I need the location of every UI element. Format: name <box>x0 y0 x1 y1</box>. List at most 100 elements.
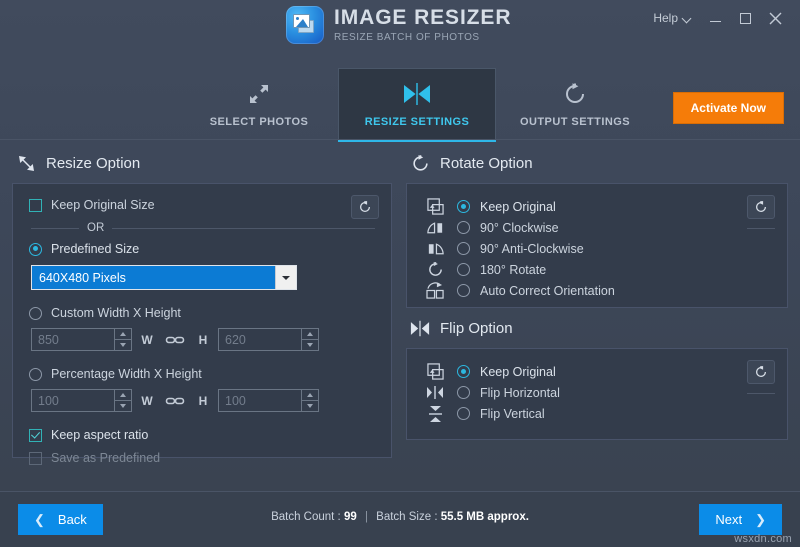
maximize-icon <box>739 12 751 24</box>
tab-output-settings[interactable]: OUTPUT SETTINGS <box>496 68 654 140</box>
tab-bar: SELECT PHOTOS RESIZE SETTINGS OUTPUT SET… <box>0 68 800 142</box>
rotate-90-cw-row[interactable]: 90° Clockwise <box>423 217 771 238</box>
watermark: wsxdn.com <box>734 533 792 545</box>
custom-width-height-label: Custom Width X Height <box>51 306 181 320</box>
app-logo-icon <box>286 6 324 44</box>
flip-horizontal-radio[interactable] <box>457 386 470 399</box>
custom-width-stepper[interactable]: 850 <box>31 328 132 351</box>
flip-vertical-row[interactable]: Flip Vertical <box>423 403 771 424</box>
rotate-keep-original-radio[interactable] <box>457 200 470 213</box>
percentage-height-unit-label: H <box>198 393 208 408</box>
reset-arrow-icon <box>755 365 767 378</box>
custom-height-up-icon[interactable] <box>302 329 318 339</box>
flip-keep-original-row[interactable]: Keep Original <box>423 361 771 382</box>
resize-option-panel: Keep Original Size OR Predefined Size 64… <box>12 183 392 465</box>
rotate-option-label: Keep Original <box>480 199 556 214</box>
rotate-option-label: 90° Clockwise <box>480 220 559 235</box>
keep-original-size-row[interactable]: Keep Original Size <box>29 198 375 212</box>
percentage-width-up-icon[interactable] <box>115 390 131 400</box>
flip-reset-divider <box>747 393 775 394</box>
auto-correct-orientation-row[interactable]: Auto Correct Orientation <box>423 280 771 301</box>
custom-width-up-icon[interactable] <box>115 329 131 339</box>
keep-original-size-checkbox[interactable] <box>29 198 42 212</box>
app-branding: IMAGE RESIZER RESIZE BATCH OF PHOTOS <box>286 6 511 44</box>
percentage-size-inputs: 100 W H 100 <box>31 389 375 412</box>
percentage-width-height-row[interactable]: Percentage Width X Height <box>29 367 375 381</box>
rotate-cw-icon <box>410 153 430 173</box>
footer-bar: ❮ Back Batch Count : 99 | Batch Size : 5… <box>0 491 800 547</box>
percentage-width-stepper[interactable]: 100 <box>31 389 132 412</box>
help-menu-button[interactable]: Help <box>645 8 700 28</box>
custom-width-value: 850 <box>38 332 59 347</box>
flip-icon <box>410 318 430 338</box>
resize-reset-button[interactable] <box>351 195 379 219</box>
minimize-button[interactable] <box>700 6 730 30</box>
tab-resize-settings[interactable]: RESIZE SETTINGS <box>338 68 496 142</box>
percentage-width-height-label: Percentage Width X Height <box>51 367 202 381</box>
percentage-height-up-icon[interactable] <box>302 390 318 400</box>
custom-height-stepper[interactable]: 620 <box>218 328 319 351</box>
custom-size-inputs: 850 W H 620 <box>31 328 375 351</box>
tabbar-divider <box>0 139 800 140</box>
or-line-left <box>31 227 79 229</box>
custom-width-height-row[interactable]: Custom Width X Height <box>29 306 375 320</box>
rotate-90-cw-icon <box>423 219 447 237</box>
image-resizer-window: IMAGE RESIZER RESIZE BATCH OF PHOTOS Hel… <box>0 0 800 547</box>
predefined-size-dropdown[interactable]: 640X480 Pixels <box>31 265 297 290</box>
or-label: OR <box>87 222 105 234</box>
flip-horizontal-row[interactable]: Flip Horizontal <box>423 382 771 403</box>
flip-keep-original-radio[interactable] <box>457 365 470 378</box>
rotate-keep-original-row[interactable]: Keep Original <box>423 196 771 217</box>
help-label: Help <box>653 11 678 25</box>
keep-aspect-ratio-row[interactable]: Keep aspect ratio <box>29 428 375 442</box>
custom-width-down-icon[interactable] <box>115 339 131 350</box>
tab-select-photos[interactable]: SELECT PHOTOS <box>180 68 338 140</box>
chain-link-icon <box>162 395 188 407</box>
reset-arrow-icon <box>359 200 371 213</box>
rotate-option-panel: Keep Original 90° Clockwise 90° Anti-Clo… <box>406 183 788 308</box>
flip-option-title: Flip Option <box>440 319 513 337</box>
activate-now-button[interactable]: Activate Now <box>672 92 784 124</box>
reset-arrow-icon <box>755 200 767 213</box>
rotate-180-row[interactable]: 180° Rotate <box>423 259 771 280</box>
rotate-reset-button[interactable] <box>747 195 775 219</box>
chain-link-icon <box>162 334 188 346</box>
dropdown-arrow-icon[interactable] <box>275 266 296 289</box>
percentage-width-down-icon[interactable] <box>115 400 131 411</box>
percentage-height-stepper[interactable]: 100 <box>218 389 319 412</box>
rotate-option-title: Rotate Option <box>440 154 533 172</box>
rotate-reset-divider <box>747 228 775 229</box>
custom-height-down-icon[interactable] <box>302 339 318 350</box>
auto-orientation-icon <box>423 282 447 300</box>
rotate-180-radio[interactable] <box>457 263 470 276</box>
rotate-90-cw-radio[interactable] <box>457 221 470 234</box>
close-button[interactable] <box>760 6 790 30</box>
save-as-predefined-row[interactable]: Save as Predefined <box>29 451 375 465</box>
next-label: Next <box>715 512 743 527</box>
tab-label: SELECT PHOTOS <box>209 115 309 128</box>
flip-vertical-radio[interactable] <box>457 407 470 420</box>
predefined-size-row[interactable]: Predefined Size <box>29 242 375 256</box>
keep-aspect-ratio-checkbox[interactable] <box>29 428 42 442</box>
percentage-height-down-icon[interactable] <box>302 400 318 411</box>
percentage-width-height-radio[interactable] <box>29 367 42 381</box>
auto-correct-orientation-radio[interactable] <box>457 284 470 297</box>
flip-reset-button[interactable] <box>747 360 775 384</box>
custom-width-height-radio[interactable] <box>29 306 42 320</box>
keep-aspect-ratio-label: Keep aspect ratio <box>51 428 149 442</box>
tab-label: OUTPUT SETTINGS <box>519 115 631 128</box>
percentage-height-value: 100 <box>225 393 246 408</box>
keep-original-icon <box>423 198 447 216</box>
maximize-button[interactable] <box>730 6 760 30</box>
predefined-size-radio[interactable] <box>29 242 42 256</box>
rotate-90-ccw-row[interactable]: 90° Anti-Clockwise <box>423 238 771 259</box>
resize-diagonal-icon <box>16 153 36 173</box>
next-button[interactable]: Next ❯ <box>699 504 782 535</box>
flip-option-label: Flip Vertical <box>480 406 545 421</box>
rotate-option-label: 180° Rotate <box>480 262 547 277</box>
save-as-predefined-checkbox[interactable] <box>29 451 42 465</box>
title-bar: IMAGE RESIZER RESIZE BATCH OF PHOTOS Hel… <box>0 0 800 68</box>
custom-height-unit-label: H <box>198 332 208 347</box>
rotate-90-ccw-radio[interactable] <box>457 242 470 255</box>
window-controls: Help <box>645 6 790 30</box>
